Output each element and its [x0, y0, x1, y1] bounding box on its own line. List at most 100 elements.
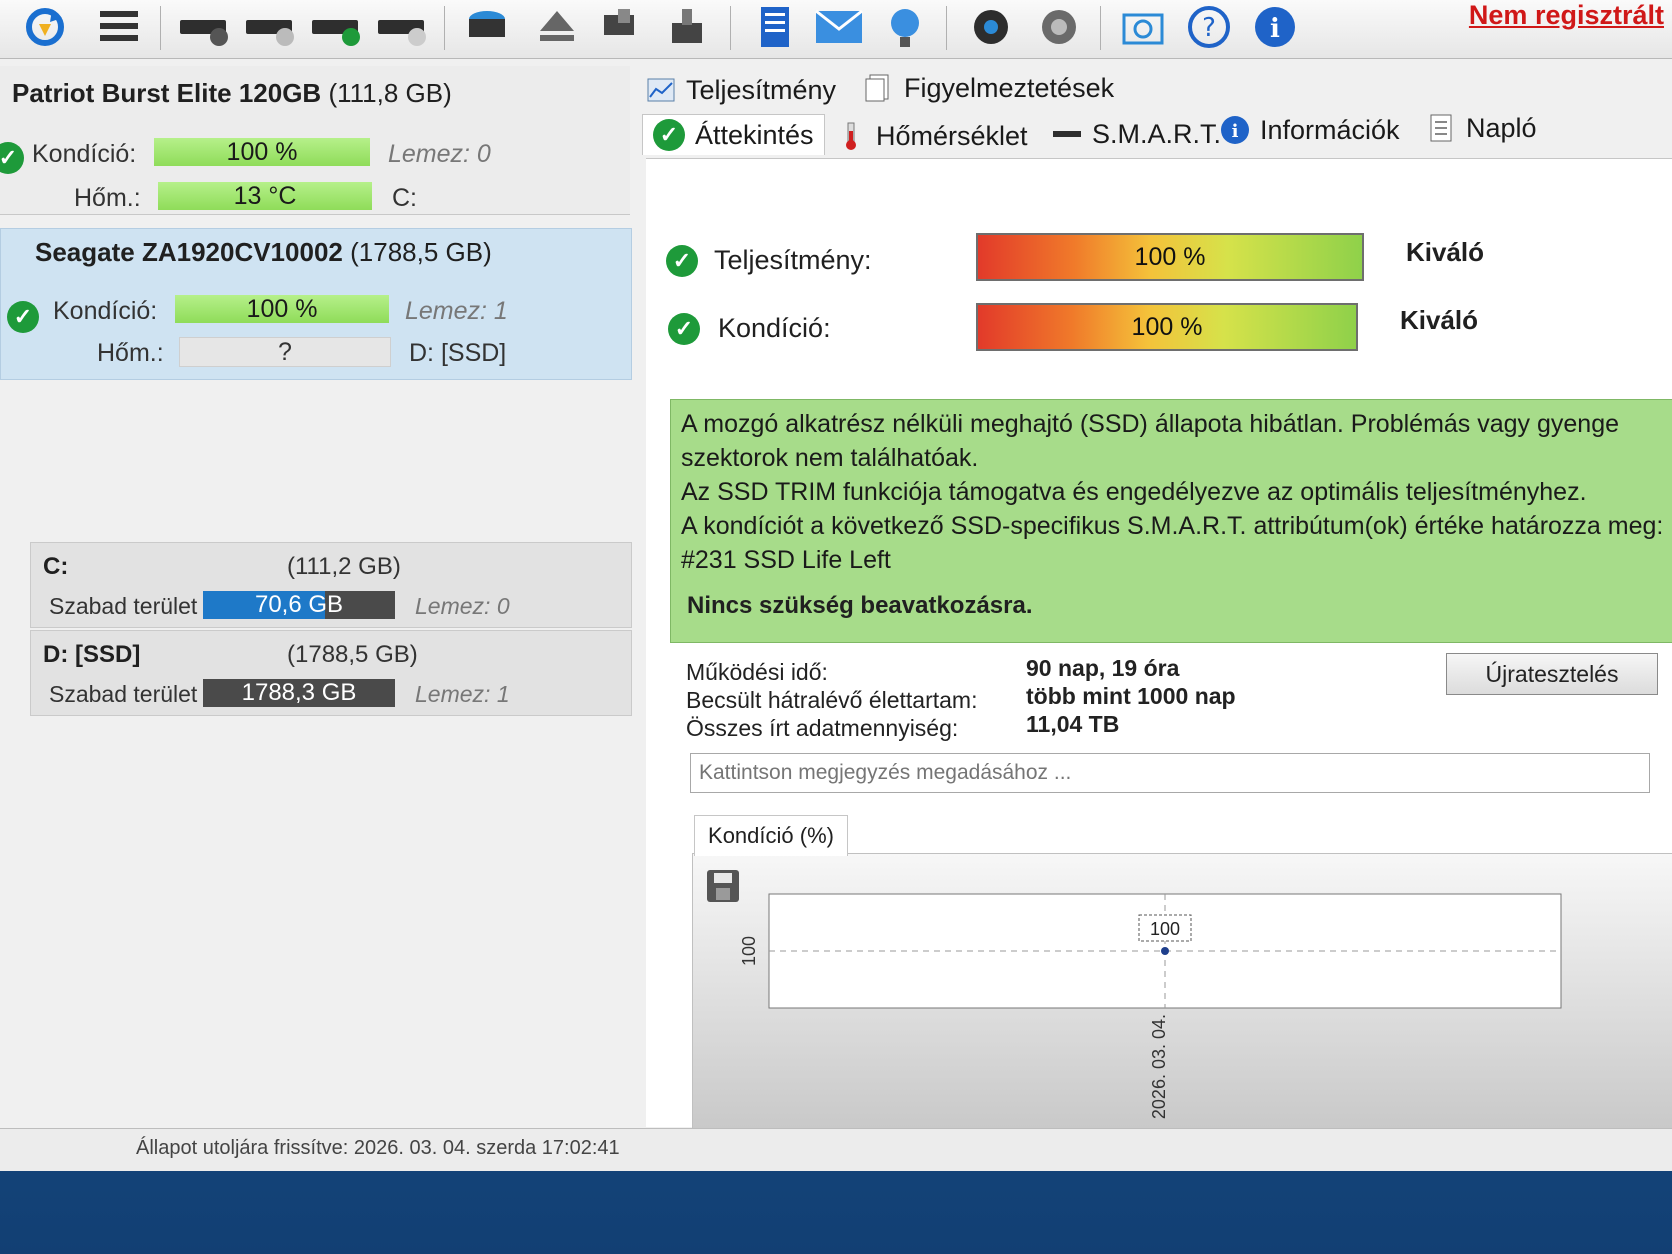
- ok-check-icon: ✓: [7, 301, 39, 333]
- network-icon[interactable]: [880, 4, 930, 50]
- tab-alerts[interactable]: Figyelmeztetések: [864, 68, 1114, 108]
- retest-button[interactable]: Újratesztelés: [1446, 653, 1658, 695]
- status-description-box: A mozgó alkatrész nélküli meghajtó (SSD)…: [670, 399, 1672, 643]
- tools-icon[interactable]: [596, 4, 646, 50]
- volume-size: (111,2 GB): [287, 553, 401, 580]
- uptime-value: 90 nap, 19 óra: [1026, 655, 1180, 681]
- disk-name: Seagate ZA1920CV10002 (1788,5 GB): [35, 237, 492, 267]
- disk-card-0[interactable]: Patriot Burst Elite 120GB (111,8 GB) ✓ K…: [0, 66, 630, 215]
- performance-rating: Kiváló: [1406, 237, 1485, 267]
- help-icon[interactable]: ?: [1184, 4, 1234, 50]
- condition-bar: 100 %: [154, 138, 370, 166]
- drive-check-icon[interactable]: [310, 4, 360, 50]
- data-label: 100: [1150, 919, 1180, 939]
- chart-icon: [647, 78, 675, 102]
- tab-overview[interactable]: ✓ Áttekintés: [642, 114, 825, 155]
- check-icon: ✓: [653, 119, 685, 151]
- temp-label: Hőm.:: [97, 339, 164, 367]
- alerts-icon: [865, 74, 889, 102]
- eject-icon[interactable]: [532, 4, 582, 50]
- volume-disk-index: Lemez: 1: [415, 681, 510, 707]
- condition-label: Kondíció:: [32, 140, 137, 168]
- chart-panel: 100 100 2026. 03. 04.: [692, 853, 1672, 1129]
- lifetime-label: Becsült hátralévő élettartam:: [686, 687, 978, 713]
- performance-bar: 100 %: [976, 233, 1364, 281]
- performance-label: Teljesítmény:: [714, 245, 872, 275]
- disk-index: Lemez: 0: [388, 140, 491, 168]
- free-space-bar: 70,6 GB: [203, 591, 395, 619]
- temp-label: Hőm.:: [74, 184, 141, 212]
- drive-schedule-icon[interactable]: [244, 4, 294, 50]
- info-icon: i: [1221, 116, 1249, 144]
- temp-bar: 13 °C: [158, 182, 372, 210]
- uptime-label: Működési idő:: [686, 659, 828, 685]
- condition-ok-icon: ✓: [668, 313, 700, 345]
- lifetime-value: több mint 1000 nap: [1026, 683, 1236, 709]
- disk-tools-icon[interactable]: [462, 4, 512, 50]
- disk-card-1-selected[interactable]: Seagate ZA1920CV10002 (1788,5 GB) ✓ Kond…: [0, 228, 632, 380]
- backup-icon[interactable]: [662, 4, 712, 50]
- drive-icon: [1053, 131, 1081, 137]
- drive-search-icon[interactable]: [376, 4, 426, 50]
- toolbar: ? i Nem regisztrált: [0, 0, 1672, 59]
- description-line: A kondíciót a következő SSD-specifikus S…: [681, 512, 1664, 540]
- ok-check-icon: ✓: [0, 142, 24, 174]
- volume-name: C:: [43, 553, 69, 580]
- tab-log[interactable]: Napló: [1426, 108, 1537, 148]
- refresh-icon[interactable]: [20, 4, 70, 50]
- condition-label: Kondíció:: [53, 297, 158, 325]
- volume-card-0[interactable]: C: (111,2 GB) Szabad terület 70,6 GB Lem…: [30, 542, 632, 628]
- data-point: [1161, 947, 1169, 955]
- list-view-icon[interactable]: [94, 4, 144, 50]
- settings-gear-icon[interactable]: [966, 4, 1016, 50]
- screenshot-icon[interactable]: [1118, 4, 1168, 50]
- app-window: ? i Nem regisztrált Patriot Burst Elite …: [0, 0, 1672, 1171]
- free-space-label: Szabad terület: [49, 681, 198, 707]
- disk-index: Lemez: 1: [405, 297, 508, 325]
- volume-disk-index: Lemez: 0: [415, 593, 510, 619]
- drive-settings-icon[interactable]: [178, 4, 228, 50]
- chart-tab-condition[interactable]: Kondíció (%): [694, 815, 848, 856]
- performance-ok-icon: ✓: [666, 245, 698, 277]
- description-line: Az SSD TRIM funkciója támogatva és enged…: [681, 478, 1587, 506]
- condition-label: Kondíció:: [718, 313, 831, 343]
- details-pane: Teljesítmény Figyelmeztetések ✓ Áttekint…: [642, 66, 1672, 1129]
- x-tick-label: 2026. 03. 04.: [1149, 1014, 1169, 1119]
- condition-bar: 100 %: [175, 295, 389, 323]
- report-icon[interactable]: [750, 4, 800, 50]
- svg-text:?: ?: [1202, 13, 1216, 43]
- tab-performance[interactable]: Teljesítmény: [646, 70, 836, 110]
- sound-icon[interactable]: [1034, 4, 1084, 50]
- tab-information[interactable]: i Információk: [1220, 110, 1400, 150]
- y-tick-label: 100: [739, 936, 759, 966]
- written-value: 11,04 TB: [1026, 711, 1120, 737]
- registration-link[interactable]: Nem regisztrált: [1469, 0, 1664, 31]
- tab-temperature[interactable]: Hőmérséklet: [836, 116, 1028, 156]
- free-space-label: Szabad terület: [49, 593, 198, 619]
- description-line: szektorok nem találhatóak.: [681, 444, 979, 472]
- log-icon: [1430, 114, 1452, 142]
- action-recommendation: Nincs szükség beavatkozásra.: [687, 592, 1033, 619]
- note-input[interactable]: [690, 753, 1650, 793]
- svg-text:i: i: [1270, 14, 1280, 44]
- thermometer-icon: [846, 122, 856, 150]
- email-icon[interactable]: [814, 4, 864, 50]
- about-info-icon[interactable]: i: [1250, 4, 1300, 50]
- svg-text:i: i: [1232, 121, 1239, 142]
- volume-size: (1788,5 GB): [287, 641, 418, 668]
- disk-name: Patriot Burst Elite 120GB (111,8 GB): [12, 78, 452, 108]
- tab-smart[interactable]: S.M.A.R.T.: [1052, 114, 1221, 154]
- disk-list-pane: Patriot Burst Elite 120GB (111,8 GB) ✓ K…: [0, 66, 640, 1126]
- overview-panel: ✓ Teljesítmény: 100 % Kiváló ✓ Kondíció:…: [646, 158, 1672, 1129]
- written-label: Összes írt adatmennyiség:: [686, 715, 959, 741]
- status-text: Állapot utoljára frissítve: 2026. 03. 04…: [136, 1137, 620, 1159]
- description-line: A mozgó alkatrész nélküli meghajtó (SSD)…: [681, 410, 1620, 438]
- free-space-bar: 1788,3 GB: [203, 679, 395, 707]
- temp-bar: ?: [179, 337, 391, 367]
- volume-card-1[interactable]: D: [SSD] (1788,5 GB) Szabad terület 1788…: [30, 630, 632, 716]
- drive-letter: C:: [392, 184, 417, 212]
- status-bar: Állapot utoljára frissítve: 2026. 03. 04…: [0, 1128, 1672, 1171]
- drive-letter: D: [SSD]: [409, 339, 507, 367]
- condition-bar: 100 %: [976, 303, 1358, 351]
- volume-name: D: [SSD]: [43, 641, 141, 668]
